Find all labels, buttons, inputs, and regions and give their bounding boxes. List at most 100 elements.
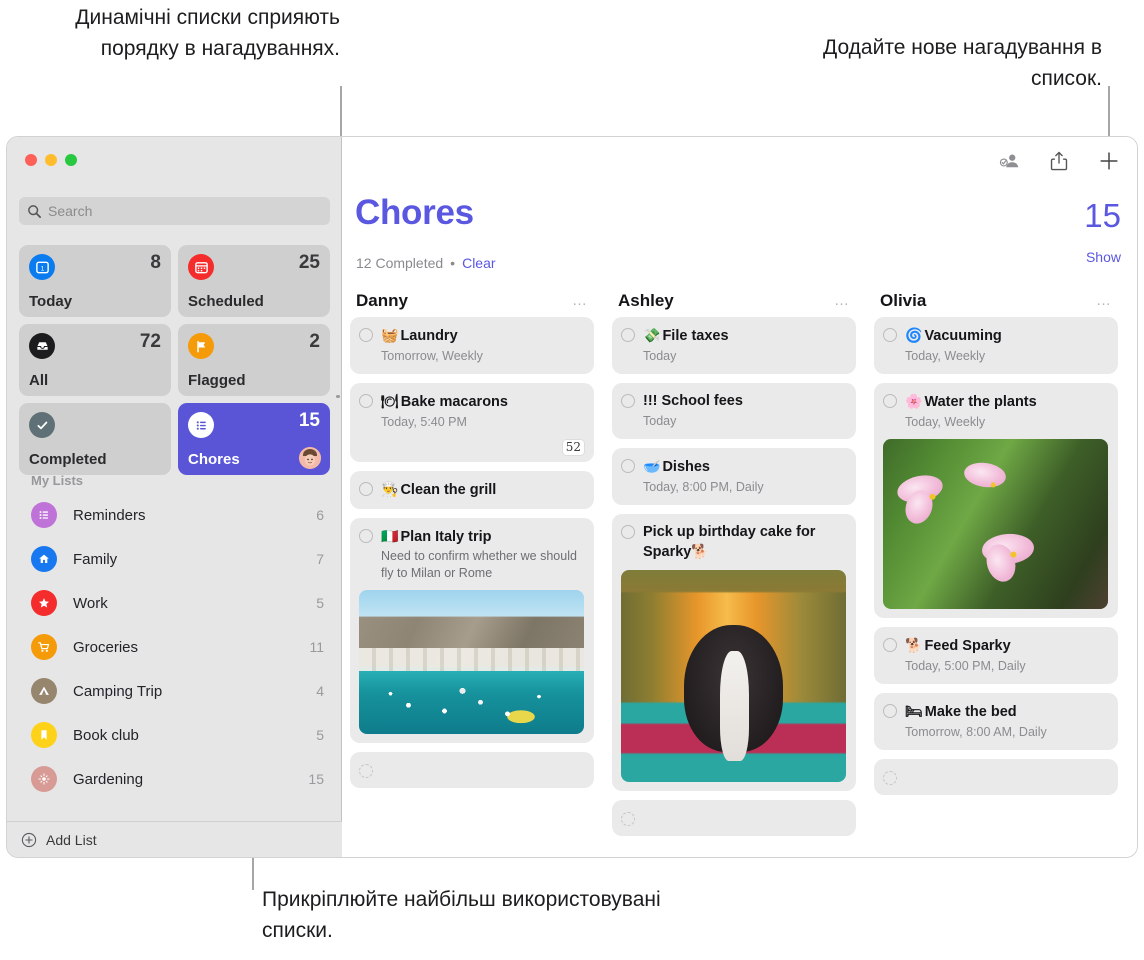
smart-list-label: Chores [188,451,240,468]
reminder-item[interactable]: 🧺Laundry Tomorrow, Weekly [350,317,594,374]
smart-list-completed[interactable]: Completed [19,403,171,475]
reminder-item[interactable]: 🌀Vacuuming Today, Weekly [874,317,1118,374]
complete-checkbox[interactable] [359,328,373,342]
share-with-person-icon[interactable] [997,149,1021,173]
reminder-title: Pick up birthday cake for Sparky🐕 [643,523,846,562]
sidebar-item-family[interactable]: Family 7 [7,537,342,581]
callout-dynamic-lists: Динамічні списки сприяють порядку в нага… [30,2,340,64]
reminder-item[interactable]: 🌸Water the plants Today, Weekly [874,383,1118,618]
star-icon [31,590,57,616]
smart-list-flagged[interactable]: 2 Flagged [178,324,330,396]
show-button[interactable]: Show [1086,249,1121,265]
complete-checkbox[interactable] [359,482,373,496]
plus-icon[interactable] [1097,149,1121,173]
sidebar-scrollbar[interactable] [336,395,340,398]
smart-list-all[interactable]: 72 All [19,324,171,396]
smart-list-count: 8 [150,252,161,274]
complete-checkbox[interactable] [621,328,635,342]
add-list-button[interactable]: Add List [7,821,342,857]
smart-list-today[interactable]: 1 8 Today [19,245,171,317]
search-placeholder: Search [48,203,92,219]
column-menu-button[interactable]: … [572,297,588,305]
sidebar: Search 1 8 Today 25 Scheduled [7,137,342,857]
smart-list-label: All [29,372,48,389]
new-reminder-placeholder[interactable] [874,759,1118,795]
clear-button[interactable]: Clear [462,255,495,271]
reminder-item[interactable]: 💸File taxes Today [612,317,856,374]
complete-checkbox[interactable] [359,394,373,408]
complete-checkbox[interactable] [883,394,897,408]
reminder-title: 🌸Water the plants [905,392,1108,412]
smart-list-scheduled[interactable]: 25 Scheduled [178,245,330,317]
share-icon[interactable] [1047,149,1071,173]
sidebar-item-label: Camping Trip [73,683,316,700]
smart-lists-grid: 1 8 Today 25 Scheduled [19,245,330,475]
reminder-title: 🌀Vacuuming [905,326,1108,346]
column-menu-button[interactable]: … [1096,297,1112,305]
sidebar-item-label: Groceries [73,639,309,656]
sidebar-item-work[interactable]: Work 5 [7,581,342,625]
sidebar-item-camping-trip[interactable]: Camping Trip 4 [7,669,342,713]
sidebar-item-count: 7 [316,551,324,567]
smart-list-count: 15 [299,410,320,432]
checkmark-icon [29,412,55,438]
smart-list-label: Completed [29,451,107,468]
reminder-title-text: !!! School fees [643,393,743,409]
sidebar-item-label: Book club [73,727,316,744]
sidebar-item-gardening[interactable]: Gardening 15 [7,757,342,801]
close-button[interactable] [25,154,37,166]
new-reminder-placeholder[interactable] [350,752,594,788]
svg-text:1: 1 [40,265,44,272]
column-danny: Danny … 🧺Laundry Tomorrow, Weekly [342,285,604,857]
sidebar-item-label: Family [73,551,316,568]
smart-list-chores[interactable]: 15 Chores [178,403,330,475]
calendar-icon [188,254,214,280]
flowers-photo[interactable] [883,439,1108,609]
complete-checkbox[interactable] [883,328,897,342]
reminder-item[interactable]: 👨‍🍳Clean the grill [350,471,594,509]
callout-leader-line-left [340,86,342,136]
reminder-item[interactable]: 🥣Dishes Today, 8:00 PM, Daily [612,448,856,505]
complete-checkbox[interactable] [621,459,635,473]
reminder-item[interactable]: 🍽Bake macarons Today, 5:40 PM 52 [350,383,594,462]
sidebar-item-groceries[interactable]: Groceries 11 [7,625,342,669]
new-reminder-placeholder[interactable] [612,800,856,836]
bed-emoji: 🛏 [905,703,923,719]
calendar-day-icon: 1 [29,254,55,280]
complete-checkbox[interactable] [883,704,897,718]
reminder-item[interactable]: 🇮🇹Plan Italy trip Need to confirm whethe… [350,518,594,743]
my-lists-header: My Lists [31,473,83,488]
reminder-note: Need to confirm whether we should fly to… [381,548,584,582]
money-emoji: 💸 [643,327,660,343]
complete-checkbox[interactable] [621,525,635,539]
reminder-title: 🧺Laundry [381,326,584,346]
dog-photo[interactable] [621,570,846,782]
complete-checkbox[interactable] [359,764,373,778]
reminder-title: 🐕Feed Sparky [905,636,1108,656]
reminder-title-text: Feed Sparky [924,638,1010,654]
reminder-item[interactable]: Pick up birthday cake for Sparky🐕 [612,514,856,791]
reminder-title-text: Plan Italy trip [400,529,491,545]
sidebar-item-book-club[interactable]: Book club 5 [7,713,342,757]
minimize-button[interactable] [45,154,57,166]
complete-checkbox[interactable] [359,529,373,543]
inbox-icon [29,333,55,359]
zoom-button[interactable] [65,154,77,166]
window-controls[interactable] [25,154,77,166]
complete-checkbox[interactable] [883,638,897,652]
reminder-item[interactable]: !!! School fees Today [612,383,856,439]
reminder-title-text: Pick up birthday cake for Sparky [643,524,815,560]
search-input[interactable]: Search [19,197,330,225]
complete-checkbox[interactable] [621,394,635,408]
sidebar-item-reminders[interactable]: Reminders 6 [7,493,342,537]
reminder-item[interactable]: 🐕Feed Sparky Today, 5:00 PM, Daily [874,627,1118,684]
complete-checkbox[interactable] [883,771,897,785]
completed-count-label: 12 Completed [356,255,443,271]
reminder-item[interactable]: 🛏Make the bed Tomorrow, 8:00 AM, Daily [874,693,1118,750]
separator-dot: • [450,255,455,271]
column-title: Olivia [880,291,1096,311]
column-menu-button[interactable]: … [834,297,850,305]
italy-coast-photo[interactable] [359,590,584,734]
complete-checkbox[interactable] [621,812,635,826]
flag-icon [188,333,214,359]
